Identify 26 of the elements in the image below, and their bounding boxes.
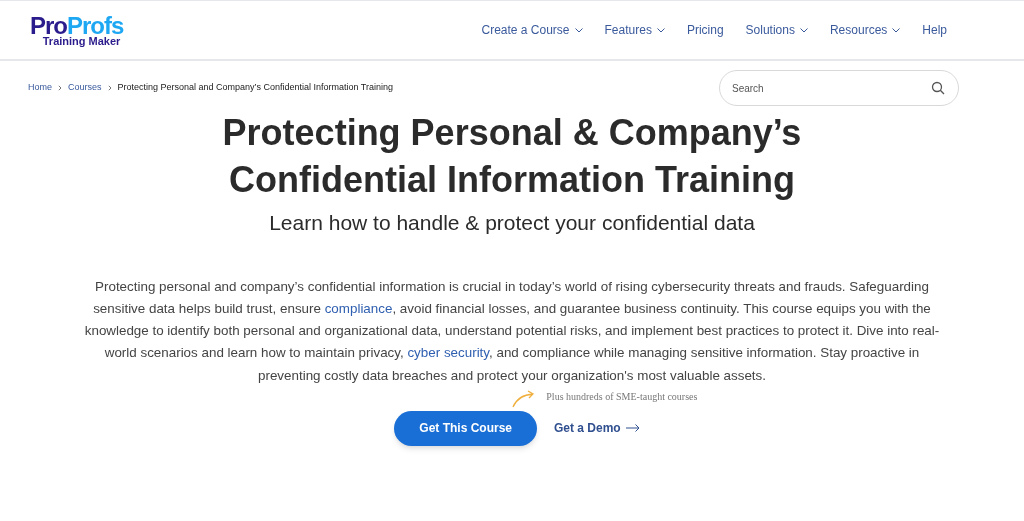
breadcrumb-current: Protecting Personal and Company’s Confidential Information Training <box>117 81 394 95</box>
chevron-right-icon <box>58 85 62 91</box>
get-course-button[interactable]: Get This Course <box>394 411 537 446</box>
nav-link[interactable]: Create a Course <box>481 21 583 39</box>
nav-link[interactable]: Resources <box>829 21 901 39</box>
chevron-right-icon <box>107 85 112 91</box>
breadcrumb-link[interactable]: Courses <box>68 81 102 95</box>
promo-note: Plus hundreds of SME-taught courses <box>546 390 698 404</box>
breadcrumb-link[interactable]: Home <box>28 81 52 95</box>
logo-tagline: Training Maker <box>42 35 121 47</box>
chevron-down-icon <box>574 27 583 33</box>
course-description: Protecting personal and company’s confidential information is crucial in today’s world of rising cybersecurity threats and frauds. Safeguarding sensitive data helps build trust, ensure compliance, avoid financial losses, and guarantee business continuity. This course equips you with the knowledge to identify both personal and organizational data, understand potential risks, and implement best practices to protect it. Dive into real-world scenarios and learn how to maintain privacy, cyber security, and compliance while managing sensitive information. Stay proactive in preventing costly data breaches and protect your organization's most valuable assets. <box>83 277 941 385</box>
nav-link[interactable]: Features <box>604 21 665 39</box>
logo-wordmark[interactable]: ProProfs <box>30 13 124 38</box>
chevron-down-icon <box>892 27 901 33</box>
nav-link[interactable]: Pricing <box>686 21 724 39</box>
chevron-down-icon <box>656 27 665 33</box>
search-field[interactable]: Search <box>719 70 959 106</box>
nav-link[interactable]: Solutions <box>745 21 808 39</box>
demo-link[interactable]: Get a Demo <box>554 419 640 438</box>
page-subtitle: Learn how to handle & protect your confidential data <box>269 210 755 236</box>
page-title: Protecting Personal & Company’s Confidential Information Training <box>221 111 803 202</box>
search-icon[interactable] <box>931 81 945 95</box>
nav-link[interactable]: Help <box>922 21 947 39</box>
arrow-right-icon <box>625 424 640 433</box>
chevron-down-icon <box>799 27 808 33</box>
